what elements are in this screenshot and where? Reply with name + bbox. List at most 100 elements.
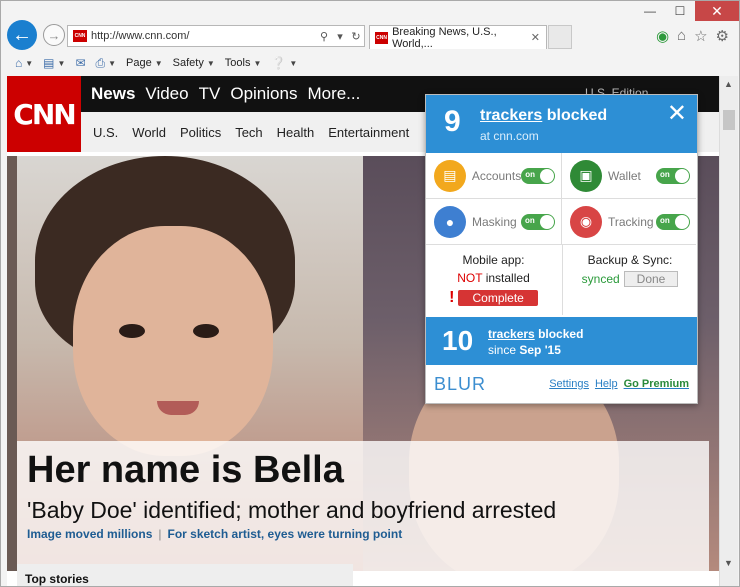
nav-more[interactable]: More...	[307, 84, 360, 104]
total-blocked-word: blocked	[538, 327, 584, 341]
feature-wallet: ▣ Wallet on	[561, 153, 696, 199]
gear-icon[interactable]: ⚙	[716, 27, 729, 45]
subnav-us[interactable]: U.S.	[93, 125, 118, 140]
command-bar: ⌂ ▼ ▤ ▼ ✉ ⎙ ▼ Page ▼ Safety ▼ Tools ▼ ❔ ▼	[1, 53, 739, 73]
blocked-site: at cnn.com	[480, 129, 539, 143]
complete-button[interactable]: Complete	[458, 290, 538, 306]
refresh-icon[interactable]: ↻	[348, 30, 364, 43]
tab-close-icon[interactable]: ✕	[531, 31, 540, 44]
subnav-politics[interactable]: Politics	[180, 125, 221, 140]
wallet-lock-icon: ▣	[570, 159, 602, 192]
nav-opinions[interactable]: Opinions	[230, 84, 297, 104]
safety-menu-label: Safety	[172, 57, 204, 69]
footer-links: Settings Help Go Premium	[549, 378, 689, 390]
nav-video[interactable]: Video	[145, 84, 188, 104]
nav-news[interactable]: News	[91, 84, 135, 104]
warning-icon: !	[449, 289, 455, 306]
total-trackers-link[interactable]: trackers	[488, 327, 535, 341]
blur-footer: BLUR Settings Help Go Premium	[426, 365, 697, 403]
since-date: since Sep '15	[488, 343, 561, 357]
subnav-tech[interactable]: Tech	[235, 125, 262, 140]
help-link[interactable]: Help	[595, 378, 618, 390]
tracking-toggle[interactable]: on	[656, 213, 690, 230]
toggle-knob	[675, 168, 689, 183]
subnav-health[interactable]: Health	[277, 125, 315, 140]
favorites-star-icon[interactable]: ☆	[694, 27, 707, 45]
blocked-word: blocked	[546, 107, 608, 124]
home-icon[interactable]: ⌂	[677, 27, 686, 45]
tab-favicon-icon: CNN	[375, 31, 389, 44]
forward-arrow-icon[interactable]: →	[43, 24, 65, 46]
chevron-down-icon: ▼	[206, 58, 215, 68]
subheadline[interactable]: 'Baby Doe' identified; mother and boyfri…	[27, 497, 556, 524]
mail-icon: ✉	[75, 56, 86, 70]
toggle-state: on	[660, 169, 670, 179]
feeds-cmd[interactable]: ▤ ▼	[43, 56, 65, 70]
scroll-thumb[interactable]	[723, 110, 735, 130]
masking-toggle[interactable]: on	[521, 213, 555, 230]
link-separator: |	[158, 527, 162, 541]
minimize-button[interactable]: —	[635, 1, 665, 21]
new-tab-button[interactable]	[548, 25, 572, 49]
tools-menu[interactable]: Tools ▼	[225, 57, 262, 69]
child-eye-left	[119, 324, 145, 338]
child-eye-right	[193, 324, 219, 338]
help-cmd[interactable]: ❔ ▼	[271, 56, 297, 70]
toggle-knob	[540, 168, 554, 183]
synced-label: synced	[581, 272, 620, 286]
address-input[interactable]: http://www.cnn.com/	[91, 30, 316, 42]
back-arrow-icon[interactable]: ←	[7, 20, 37, 50]
accounts-toggle[interactable]: on	[521, 167, 555, 184]
vertical-scrollbar[interactable]: ▲ ▼	[719, 76, 738, 586]
page-menu-label: Page	[126, 57, 152, 69]
address-bar[interactable]: CNN http://www.cnn.com/ ⚲ ▾ ↻	[67, 25, 365, 47]
mobile-status: NOT installed	[426, 271, 561, 285]
total-blocked-title: trackers blocked	[488, 327, 583, 341]
top-stories-header: Top stories	[17, 564, 353, 586]
trackers-link[interactable]: trackers	[480, 107, 542, 124]
dropdown-icon[interactable]: ▾	[332, 30, 348, 43]
safety-menu[interactable]: Safety ▼	[173, 57, 215, 69]
done-button[interactable]: Done	[623, 271, 679, 287]
close-icon[interactable]: ✕	[667, 99, 687, 128]
go-premium-link[interactable]: Go Premium	[624, 378, 689, 390]
link-sketch-artist[interactable]: For sketch artist, eyes were turning poi…	[168, 527, 403, 541]
sync-section: Mobile app: NOT installed ! Complete Back…	[426, 245, 697, 315]
maximize-button[interactable]: ☐	[665, 1, 695, 21]
scroll-down-icon[interactable]: ▼	[724, 558, 733, 568]
toggle-knob	[540, 214, 554, 229]
nav-buttons: ← →	[7, 20, 65, 50]
print-icon: ⎙	[95, 55, 106, 70]
chevron-down-icon: ▼	[154, 58, 163, 68]
search-icon[interactable]: ⚲	[316, 30, 332, 43]
headline[interactable]: Her name is Bella	[27, 449, 344, 492]
settings-link[interactable]: Settings	[549, 378, 589, 390]
backup-title: Backup & Sync:	[587, 253, 673, 267]
subnav-entertainment[interactable]: Entertainment	[328, 125, 409, 140]
mail-cmd[interactable]: ✉	[75, 56, 85, 70]
tracking-eye-icon: ◉	[570, 205, 602, 238]
link-image-moved[interactable]: Image moved millions	[27, 527, 152, 541]
feature-label: Accounts	[471, 168, 522, 183]
toggle-knob	[675, 214, 689, 229]
since-value: Sep '15	[519, 343, 561, 357]
help-icon: ❔	[271, 56, 287, 70]
feature-label: Wallet	[608, 168, 641, 183]
browser-window: — ☐ ✕ ← → CNN http://www.cnn.com/ ⚲ ▾ ↻ …	[0, 0, 740, 587]
feature-label: Tracking	[608, 214, 654, 229]
backup-status-row: synced Done	[563, 271, 697, 287]
nav-tv[interactable]: TV	[199, 84, 221, 104]
cnn-logo[interactable]: CNN	[7, 76, 81, 152]
wallet-toggle[interactable]: on	[656, 167, 690, 184]
print-cmd[interactable]: ⎙ ▼	[96, 56, 117, 71]
chevron-down-icon: ▼	[57, 58, 66, 68]
scroll-up-icon[interactable]: ▲	[724, 79, 733, 89]
tab-cnn[interactable]: CNN Breaking News, U.S., World,... ✕	[369, 25, 547, 50]
site-status-icon[interactable]: ◉	[656, 27, 669, 45]
subnav-world[interactable]: World	[132, 125, 166, 140]
accounts-icon: ▤	[434, 159, 466, 192]
page-menu[interactable]: Page ▼	[126, 57, 163, 69]
home-cmd[interactable]: ⌂ ▼	[15, 56, 33, 70]
close-window-button[interactable]: ✕	[695, 1, 739, 21]
chevron-down-icon: ▼	[289, 58, 298, 68]
